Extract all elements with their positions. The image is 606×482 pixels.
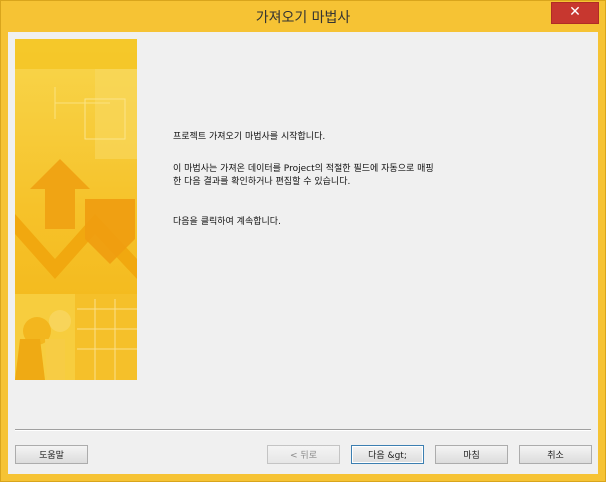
close-button[interactable]: ✕ [551,2,599,24]
instruction-text: 다음을 클릭하여 계속합니다. [173,217,281,227]
title-bar[interactable]: 가져오기 마법사 ✕ [1,1,605,33]
next-button[interactable]: 다음 &gt; [351,445,424,464]
separator [15,429,591,431]
back-button[interactable]: < 뒤로 [267,445,340,464]
finish-button[interactable]: 마침 [435,445,508,464]
intro-text: 프로젝트 가져오기 마법사를 시작합니다. [173,132,326,142]
description-text: 이 마법사는 가져온 데이터를 Project의 적절한 필드에 자동으로 매핑… [173,163,434,189]
window-title: 가져오기 마법사 [255,10,351,26]
help-button[interactable]: 도움말 [15,445,88,464]
description-line: 이 마법사는 가져온 데이터를 Project의 적절한 필드에 자동으로 매핑 [173,164,434,174]
wizard-banner-image [15,39,137,380]
description-line: 한 다음 결과를 확인하거나 편집할 수 있습니다. [173,177,351,187]
close-icon: ✕ [569,4,581,20]
import-wizard-window: 가져오기 마법사 ✕ 프로젝트 가져오기 마법사를 시작합니다. 이 마법사는 … [0,0,606,482]
wizard-body: 프로젝트 가져오기 마법사를 시작합니다. 이 마법사는 가져온 데이터를 Pr… [8,32,598,474]
cancel-button[interactable]: 취소 [519,445,592,464]
